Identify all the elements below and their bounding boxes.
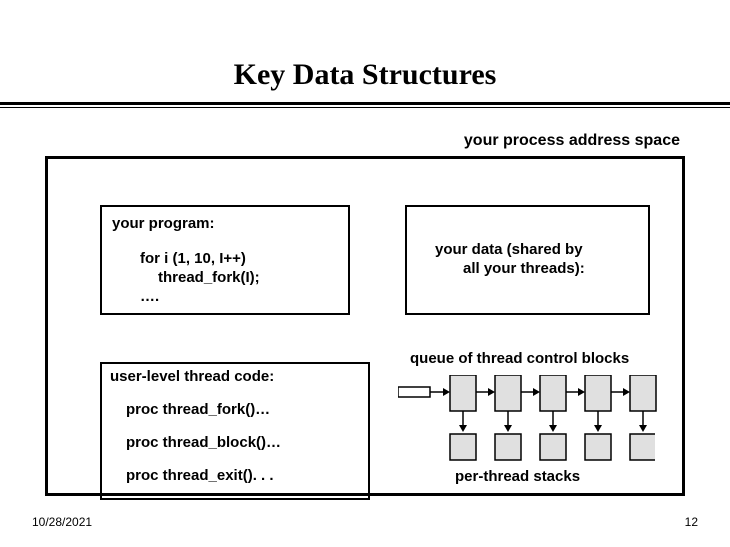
- per-thread-stacks-label: per-thread stacks: [455, 468, 580, 485]
- address-space-label: your process address space: [464, 132, 680, 150]
- slide-title: Key Data Structures: [0, 0, 730, 102]
- data-line-2: all your threads):: [435, 260, 585, 279]
- footer-date: 10/28/2021: [32, 515, 92, 529]
- code-line-1: for i (1, 10, I++): [140, 250, 338, 269]
- tcb-queue-diagram: [398, 375, 660, 435]
- data-line-1: your data (shared by: [435, 241, 583, 258]
- program-box: your program: for i (1, 10, I++) thread_…: [100, 205, 350, 315]
- title-underline: [0, 102, 730, 112]
- usercode-heading: user-level thread code:: [102, 364, 368, 393]
- per-thread-stacks-diagram: [405, 432, 655, 462]
- code-line-2: thread_fork(I);: [140, 269, 338, 288]
- footer-page-number: 12: [685, 515, 698, 529]
- code-line-3: ….: [140, 288, 338, 307]
- queue-label: queue of thread control blocks: [410, 350, 629, 367]
- data-box: your data (shared by all your threads):: [405, 205, 650, 315]
- proc-thread-exit: proc thread_exit(). . .: [102, 459, 368, 492]
- proc-thread-block: proc thread_block()…: [102, 426, 368, 459]
- proc-thread-fork: proc thread_fork()…: [102, 393, 368, 426]
- program-heading: your program:: [112, 215, 338, 232]
- user-level-thread-code-box: user-level thread code: proc thread_fork…: [100, 362, 370, 500]
